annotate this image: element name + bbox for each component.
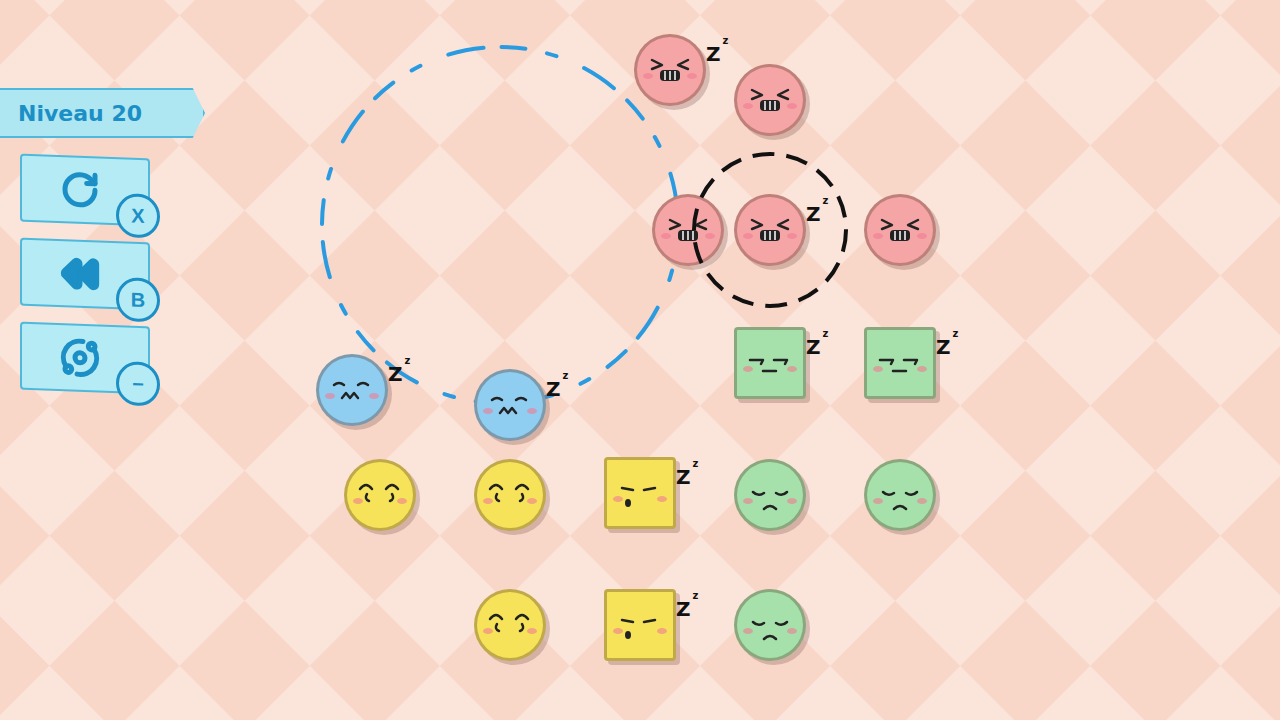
sleep-mark-small: z <box>405 356 411 366</box>
sleep-mark: Zz <box>546 379 568 399</box>
piece-body <box>864 327 936 399</box>
circle-piece[interactable] <box>734 589 806 661</box>
circle-piece[interactable]: Zz <box>474 369 546 441</box>
sleep-mark: Zz <box>936 337 958 357</box>
piece-body <box>734 327 806 399</box>
square-piece[interactable]: Zz <box>604 457 676 529</box>
menu-buttons: XB − <box>0 156 150 392</box>
circle-piece[interactable]: Zz <box>734 194 806 266</box>
grumpy-face-icon <box>316 354 388 426</box>
square-piece[interactable]: Zz <box>604 589 676 661</box>
sleep-mark-small: z <box>563 371 569 381</box>
key-badge: − <box>116 361 160 407</box>
angry-face-icon <box>864 194 936 266</box>
circle-piece[interactable] <box>344 459 416 531</box>
grumpy-face-icon <box>474 369 546 441</box>
sleep-mark: Zz <box>676 467 698 487</box>
circle-piece[interactable] <box>652 194 724 266</box>
sad-face-icon <box>734 589 806 661</box>
sleep-mark-small: z <box>693 591 699 601</box>
snoring-face-icon <box>604 589 676 661</box>
side-menu: Niveau 20XB− <box>0 0 1280 392</box>
content-face-icon <box>344 459 416 531</box>
piece-body <box>474 369 546 441</box>
piece-body <box>734 459 806 531</box>
sad-face-icon <box>864 459 936 531</box>
piece-body <box>604 589 676 661</box>
content-face-icon <box>474 589 546 661</box>
sleep-mark: Zz <box>806 204 828 224</box>
view-icon <box>60 337 100 378</box>
snoring-face-icon <box>604 457 676 529</box>
piece-body <box>864 459 936 531</box>
sleep-mark-small: z <box>953 329 959 339</box>
sleep-mark: Zz <box>706 44 728 64</box>
circle-piece[interactable] <box>864 194 936 266</box>
piece-body <box>474 589 546 661</box>
sleep-mark: Zz <box>806 337 828 357</box>
circle-piece[interactable]: Zz <box>316 354 388 426</box>
sleep-mark: Zz <box>388 364 410 384</box>
circle-piece[interactable]: Zz <box>634 34 706 106</box>
key-badge: B <box>116 277 160 323</box>
piece-body <box>344 459 416 531</box>
circle-piece[interactable] <box>734 459 806 531</box>
tired-face-icon <box>864 327 936 399</box>
sleep-mark-small: z <box>823 196 829 206</box>
undo-button[interactable]: B <box>20 238 150 311</box>
square-piece[interactable]: Zz <box>864 327 936 399</box>
square-piece[interactable]: Zz <box>734 327 806 399</box>
angry-face-icon <box>734 194 806 266</box>
sleep-mark: Zz <box>676 599 698 619</box>
restart-icon <box>60 169 100 210</box>
angry-face-icon <box>734 64 806 136</box>
sleep-mark-small: z <box>693 459 699 469</box>
view-button[interactable]: − <box>20 322 150 395</box>
angry-face-icon <box>652 194 724 266</box>
key-badge: X <box>116 193 160 239</box>
circle-piece[interactable] <box>474 589 546 661</box>
angry-face-icon <box>634 34 706 106</box>
piece-body <box>734 589 806 661</box>
undo-icon <box>60 253 100 294</box>
circle-piece[interactable] <box>864 459 936 531</box>
level-banner: Niveau 20 <box>0 88 205 138</box>
piece-body <box>604 457 676 529</box>
game-screen: ZzZzZzZzZzZzZzZzNiveau 20XB− <box>0 0 1280 720</box>
sleep-mark-small: z <box>823 329 829 339</box>
piece-body <box>474 459 546 531</box>
circle-piece[interactable] <box>734 64 806 136</box>
piece-body <box>316 354 388 426</box>
circle-piece[interactable] <box>474 459 546 531</box>
tired-face-icon <box>734 327 806 399</box>
content-face-icon <box>474 459 546 531</box>
sleep-mark-small: z <box>723 36 729 46</box>
sad-face-icon <box>734 459 806 531</box>
restart-button[interactable]: X <box>20 154 150 227</box>
